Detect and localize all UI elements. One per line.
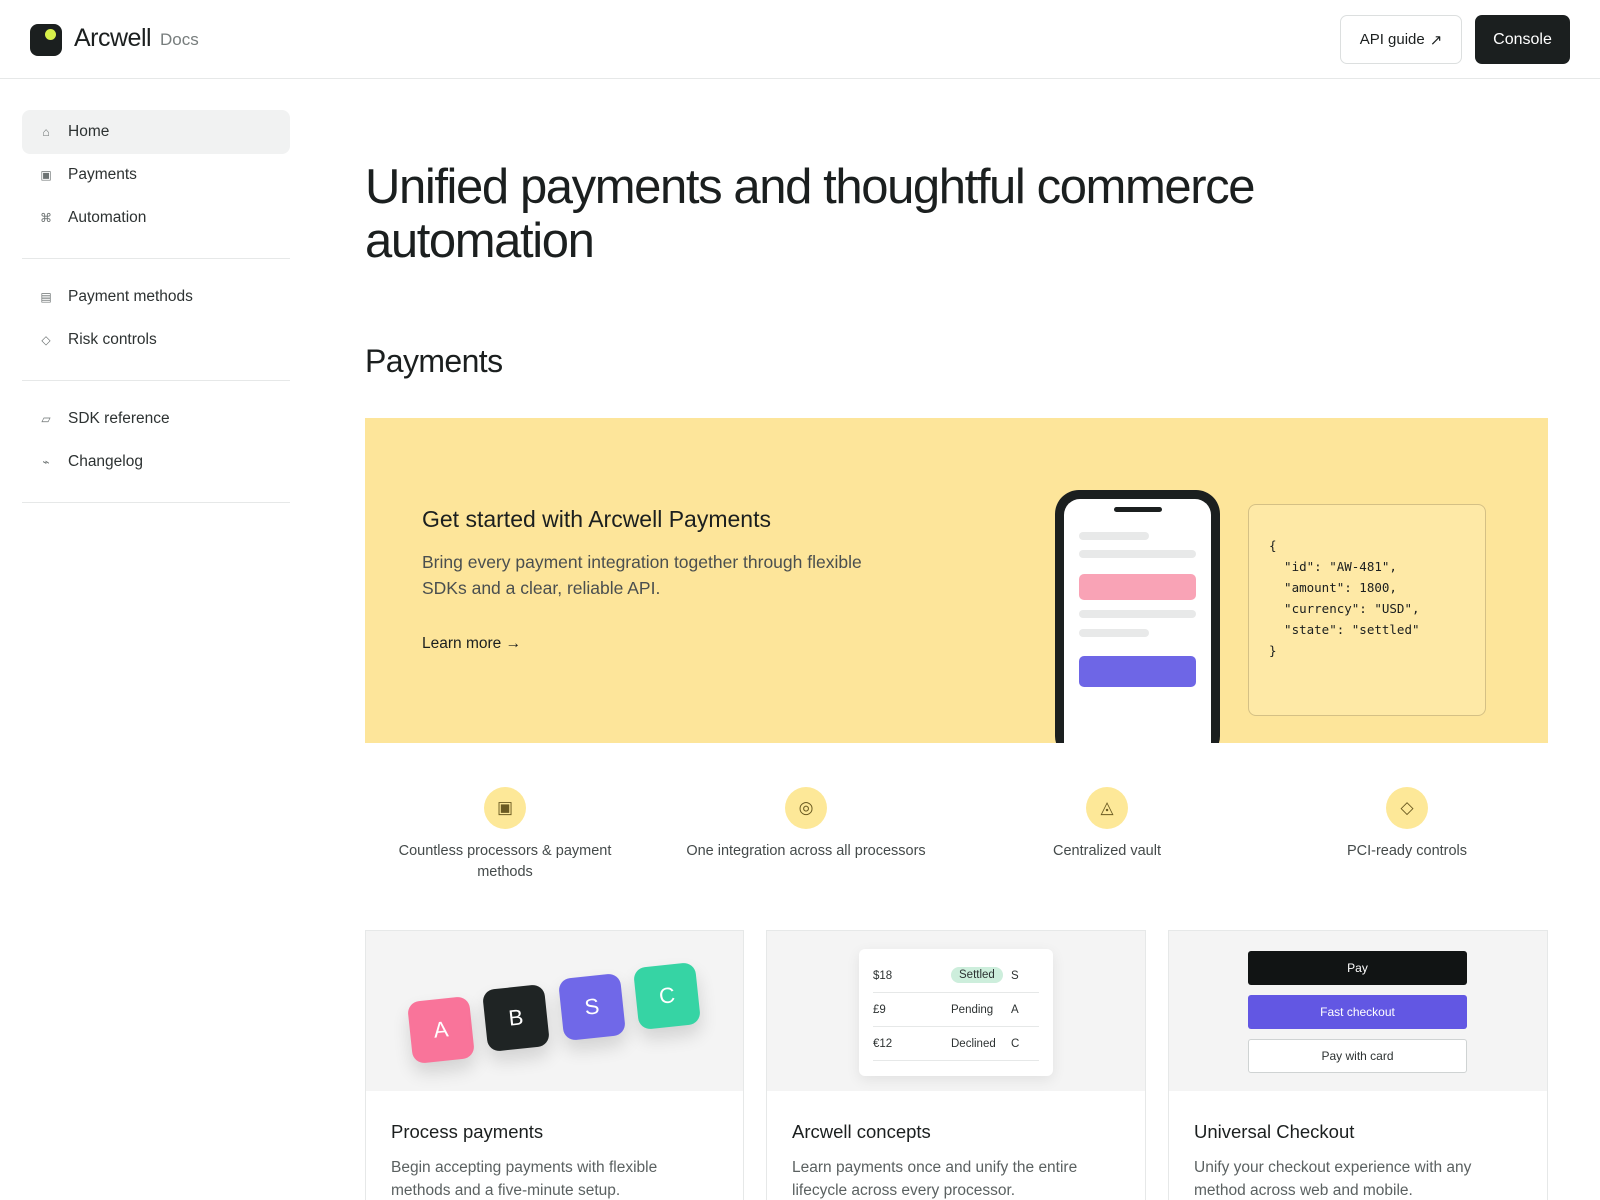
tile-letter: B [507, 1004, 525, 1031]
get-started-banner: Get started with Arcwell Payments Bring … [365, 418, 1548, 743]
external-link-icon: ↗ [1429, 31, 1443, 49]
processor-cell: C [1011, 1038, 1020, 1050]
sidebar-item-risk-controls[interactable]: ◇ Risk controls [22, 318, 290, 362]
processor-cell: A [1011, 1004, 1019, 1016]
sidebar-item-payments[interactable]: ▣ Payments [22, 153, 290, 197]
fast-checkout-button[interactable]: Fast checkout [1248, 995, 1467, 1029]
card-universal-checkout[interactable]: Pay Fast checkout Pay with card Universa… [1168, 930, 1548, 1200]
card-title: Arcwell concepts [792, 1121, 931, 1142]
api-guide-button[interactable]: API guide ↗ [1340, 15, 1462, 64]
feature-text: Centralized vault [1053, 843, 1161, 859]
amount-cell: £9 [873, 1004, 886, 1016]
sidebar-item-label: Payment methods [68, 288, 193, 305]
sidebar-item-label: SDK reference [68, 410, 170, 427]
pink-block [1079, 574, 1196, 600]
sidebar-divider [22, 502, 290, 503]
table-row: £9 Pending A [873, 993, 1039, 1027]
sidebar-item-label: Changelog [68, 453, 143, 470]
processor-tile: A [406, 995, 476, 1065]
sidebar-item-label: Payments [68, 166, 137, 183]
sidebar-divider [22, 258, 290, 259]
table-row: €12 Declined C [873, 1027, 1039, 1061]
status-badge: Settled [951, 967, 1003, 983]
card-process-payments[interactable]: A B S C Process payments Begin accepting… [365, 930, 744, 1200]
purple-block [1079, 656, 1196, 687]
card-title: Universal Checkout [1194, 1121, 1355, 1142]
sidebar-item-automation[interactable]: ⌘ Automation [22, 196, 290, 240]
arcwell-logo-icon[interactable] [30, 24, 62, 56]
api-guide-label: API guide [1359, 31, 1425, 48]
sidebar-item-home[interactable]: ⌂ Home [22, 110, 290, 154]
diamond-icon: ◇ [41, 333, 51, 347]
section-title-payments: Payments [365, 343, 503, 379]
placeholder-bar [1079, 550, 1196, 558]
processor-tile: C [632, 961, 702, 1031]
card-visual: A B S C [366, 931, 743, 1091]
sdk-icon: ▱ [41, 412, 51, 426]
tile-letter: S [583, 993, 601, 1020]
phone-illustration [1055, 490, 1220, 743]
brand-docs-label: Docs [160, 30, 199, 49]
table-row: $18 Settled S [873, 959, 1039, 993]
processor-icon: ▣ [484, 787, 526, 829]
vault-icon: ◬ [1086, 787, 1128, 829]
placeholder-bar [1079, 629, 1149, 637]
feature-text: PCI-ready controls [1346, 843, 1468, 859]
sidebar-divider [22, 380, 290, 381]
sidebar-item-label: Home [68, 123, 110, 140]
card-description: Begin accepting payments with flexible m… [391, 1159, 658, 1199]
sidebar-item-label: Automation [68, 209, 147, 226]
top-header: Arcwell Docs API guide ↗ Console [0, 0, 1600, 79]
feature-one-integration: ◎ One integration across all processors [686, 787, 926, 862]
sidebar-item-sdk-reference[interactable]: ▱ SDK reference [22, 397, 290, 441]
learn-more-link[interactable]: Learn more → [422, 635, 521, 653]
banner-description: Bring every payment integration together… [422, 552, 862, 598]
phone-notch [1114, 507, 1162, 512]
list-icon: ▤ [40, 290, 52, 304]
diamond-icon: ◇ [1386, 787, 1428, 829]
brand-name[interactable]: Arcwell [74, 24, 152, 53]
processor-tile: S [557, 972, 627, 1042]
sidebar-item-changelog[interactable]: ⌁ Changelog [22, 440, 290, 484]
payments-icon: ▣ [40, 168, 52, 182]
banner-title: Get started with Arcwell Payments [422, 506, 771, 532]
phone-screen [1064, 499, 1211, 743]
status-cell: Pending [951, 1004, 994, 1016]
code-sample: { "id": "AW-481", "amount": 1800, "curre… [1248, 504, 1486, 716]
feature-text: One integration across all processors [686, 843, 926, 859]
card-description: Learn payments once and unify the entire… [792, 1159, 1078, 1199]
command-icon: ⌘ [40, 211, 52, 225]
sidebar-item-payment-methods[interactable]: ▤ Payment methods [22, 275, 290, 319]
placeholder-bar [1079, 610, 1196, 618]
changelog-icon: ⌁ [42, 455, 50, 469]
card-title: Process payments [391, 1121, 544, 1142]
transactions-table: $18 Settled S £9 Pending A €12 Declined … [859, 949, 1053, 1076]
pay-button[interactable]: Pay [1248, 951, 1467, 985]
card-description: Unify your checkout experience with any … [1194, 1159, 1472, 1199]
card-visual: $18 Settled S £9 Pending A €12 Declined … [767, 931, 1145, 1091]
tile-letter: C [657, 982, 677, 1009]
home-icon: ⌂ [42, 125, 50, 139]
page-title: Unified payments and thoughtful commerce… [365, 160, 1256, 268]
status-cell: Declined [951, 1038, 996, 1050]
card-visual: Pay Fast checkout Pay with card [1169, 931, 1547, 1091]
feature-processors: ▣ Countless processors & payment methods [385, 787, 625, 883]
processor-cell: S [1011, 970, 1019, 982]
console-button[interactable]: Console [1475, 15, 1570, 64]
feature-vault: ◬ Centralized vault [987, 787, 1227, 862]
processor-tile: B [481, 983, 551, 1053]
pay-with-card-button[interactable]: Pay with card [1248, 1039, 1467, 1073]
placeholder-bar [1079, 532, 1149, 540]
feature-pci: ◇ PCI-ready controls [1287, 787, 1527, 862]
card-arcwell-concepts[interactable]: $18 Settled S £9 Pending A €12 Declined … [766, 930, 1146, 1200]
tile-letter: A [432, 1016, 450, 1043]
target-icon: ◎ [785, 787, 827, 829]
amount-cell: $18 [873, 970, 893, 982]
feature-text: Countless processors & payment methods [398, 843, 612, 880]
amount-cell: €12 [873, 1038, 893, 1050]
sidebar-item-label: Risk controls [68, 331, 157, 348]
